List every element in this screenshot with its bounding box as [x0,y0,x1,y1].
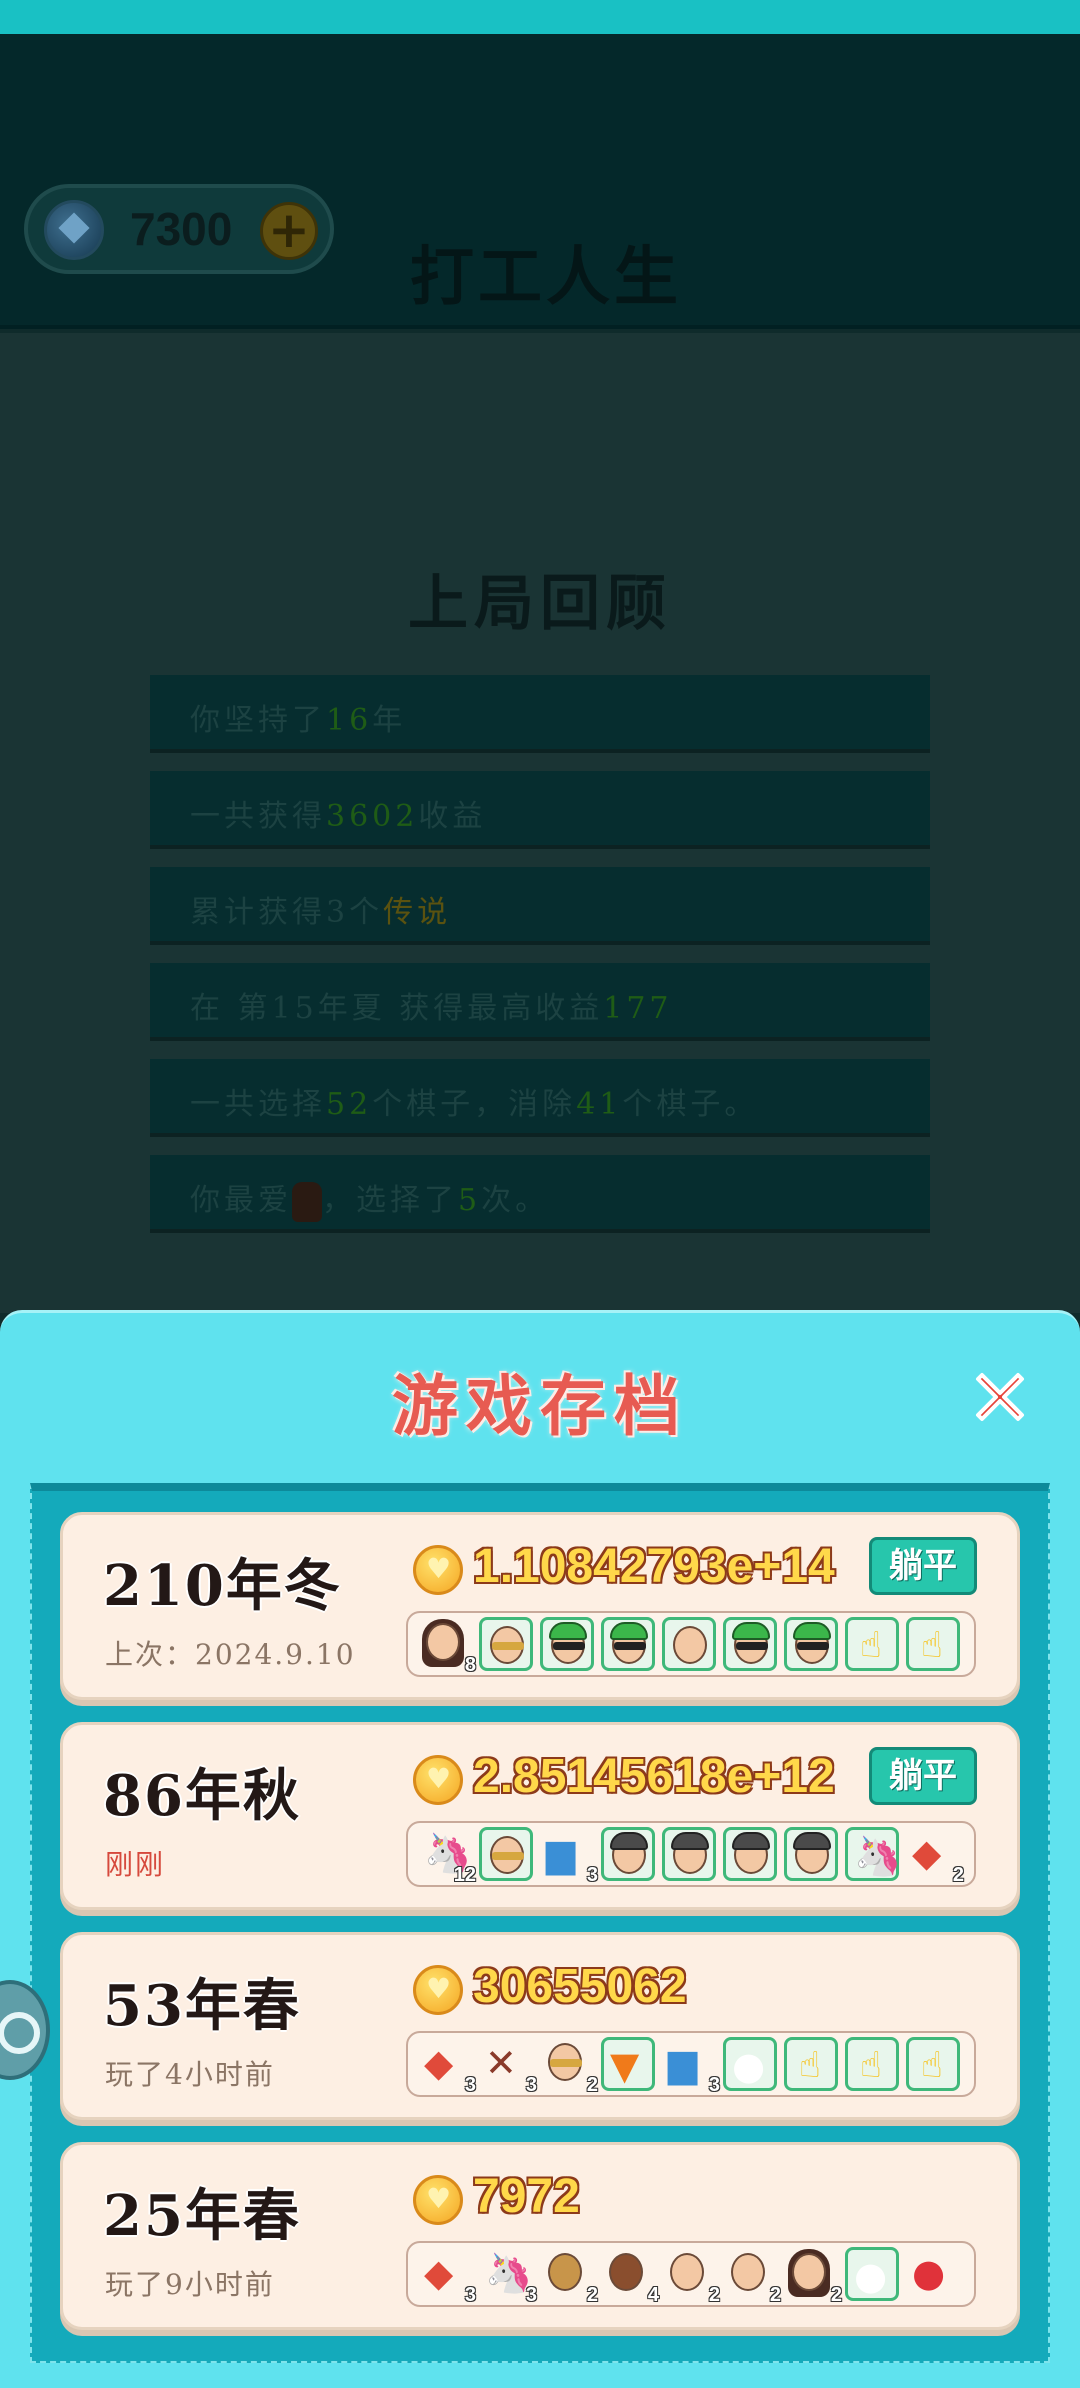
windmill-piece-icon: ✕ 3 [485,2041,537,2096]
save-time: 上次：2024.9.10 [105,1638,356,1671]
printer-piece-icon: ▆ 3 [668,2041,720,2096]
strawberry-piece-icon: ● [912,2251,946,2295]
review-text: 收益 [418,799,487,834]
save-amount: 7972 [473,2170,580,2223]
review-value: 177 [603,991,673,1026]
piece-row: ◆ 3 🦄 3 2 4 2 2 2 ● ● [406,2241,976,2307]
thief-piece-icon [723,1827,777,1881]
woman-piece-icon: 2 [784,2247,842,2306]
review-text: 你坚持了 [190,703,326,738]
review-text: 累计获得3个 [190,895,384,930]
thief-piece-icon [662,1827,716,1881]
bear-piece-icon: ● [845,2247,899,2301]
save-season: 210年冬 [103,1553,342,1619]
save-time: 玩了4小时前 [105,2058,275,2091]
koi-piece-icon: ◆ 3 [424,2251,476,2306]
review-value: 传说 [383,895,452,930]
green-cap-piece-icon [601,1617,655,1671]
status-badge: 躺平 [869,1747,977,1805]
review-value: 41 [576,1087,623,1122]
coin-icon [413,1755,463,1805]
bear-piece-icon: ● [723,2037,777,2091]
piece-row: 🦄 12 ▆ 3 🦄 ◆ 2 [406,1821,976,1887]
save-card[interactable]: 86年秋 刚刚 2.85145618e+12 躺平 🦄12 ▆3 🦄 ◆2 [60,1722,1020,1910]
hand-piece-icon: ☝ [845,2037,899,2091]
elder-piece-icon [479,1827,533,1881]
coin-icon [413,2175,463,2225]
currency-pill[interactable]: 7300 + [24,184,334,274]
save-time: 玩了9小时前 [105,2268,275,2301]
panel-title: 游戏存档 [392,1367,688,1445]
save-amount: 2.85145618e+12 [473,1750,835,1803]
woman-piece-icon: 8 [418,1617,476,1676]
coin-icon [413,1965,463,2015]
review-text: 在 第15年夏 获得最高收益 [190,991,604,1026]
review-text: 你最爱 [190,1183,292,1218]
save-amount: 30655062 [473,1960,687,2013]
save-season: 25年春 [103,2183,301,2249]
status-badge: 躺平 [869,1537,977,1595]
save-time: 刚刚 [105,1848,166,1881]
dog-piece-icon: 4 [601,2247,659,2306]
review-row: 一共获得3602收益 [150,771,930,849]
unicorn-piece-icon: 🦄 3 [485,2251,537,2306]
elder-piece-icon: 2 [540,2037,598,2096]
review-row: 一共选择52个棋子，消除41个棋子。 [150,1059,930,1137]
hand-piece-icon: ☝ [845,1617,899,1671]
hand-piece-icon: ☝ [906,2037,960,2091]
bald-piece-icon: 2 [723,2247,781,2306]
gem-icon [44,200,104,260]
review-text: 次。 [481,1183,550,1218]
koi-piece-icon: ◆ 3 [424,2041,476,2096]
hand-piece-icon: ☝ [784,2037,838,2091]
save-card[interactable]: 210年冬 上次：2024.9.10 1.10842793e+14 躺平 8 ☝… [60,1512,1020,1700]
review-row: 你坚持了16年 [150,675,930,753]
review-text: 年 [372,703,407,738]
review-value: 5 [458,1183,482,1218]
dog-icon [292,1182,322,1222]
koi-piece-icon: ◆ 2 [912,1831,964,1886]
green-cap-piece-icon [723,1617,777,1671]
unicorn-piece-icon: 🦄 [845,1827,901,1881]
bald-piece-icon: 2 [662,2247,720,2306]
thief-piece-icon [784,1827,838,1881]
review-row: 你最爱 ，选择了5次。 [150,1155,930,1233]
review-value: 16 [326,703,373,738]
green-cap-piece-icon [540,1617,594,1671]
review-value: 3602 [326,799,419,834]
save-season: 53年春 [103,1973,301,2039]
review-text: 一共获得 [190,799,326,834]
unicorn-piece-icon: 🦄 12 [424,1831,476,1886]
thief-piece-icon [601,1827,655,1881]
review-list: 你坚持了16年 一共获得3602收益 累计获得3个传说 在 第15年夏 获得最高… [150,675,930,1251]
status-bar [0,0,1080,34]
review-value: 52 [326,1087,373,1122]
piece-row: ◆ 3 ✕ 3 2 ▼ ▆ 3 ● ☝ ☝ ☝ [406,2031,976,2097]
hand-piece-icon: ☝ [906,1617,960,1671]
save-season: 86年秋 [103,1763,301,1829]
review-row: 累计获得3个传说 [150,867,930,945]
review-text: 一共选择 [190,1087,326,1122]
currency-value: 7300 [130,203,233,255]
review-title: 上局回顾 [408,569,672,639]
save-amount: 1.10842793e+14 [473,1540,835,1593]
monkey-piece-icon: 2 [540,2247,598,2306]
page-title: 打工人生 [410,241,682,315]
close-icon[interactable] [968,1365,1032,1429]
header: 7300 + 打工人生 [0,34,1080,329]
review-text: ，选择了 [322,1183,458,1218]
review-text: 个棋子，消除 [372,1087,577,1122]
bald-piece-icon [662,1617,716,1671]
piece-row: 8 ☝ ☝ [406,1611,976,1677]
save-card[interactable]: 25年春 玩了9小时前 7972 ◆3 🦄3 2 4 2 2 2 ● ● [60,2142,1020,2330]
printer-piece-icon: ▆ 3 [546,1831,598,1886]
green-cap-piece-icon [784,1617,838,1671]
elder-piece-icon [479,1617,533,1671]
review-row: 在 第15年夏 获得最高收益177 [150,963,930,1041]
review-text: 个棋子。 [622,1087,759,1122]
plus-icon[interactable]: + [260,202,318,260]
save-card[interactable]: 53年春 玩了4小时前 30655062 ◆3 ✕3 2 ▼ ▆3 ● ☝ ☝ … [60,1932,1020,2120]
coin-icon [413,1545,463,1595]
carrot-piece-icon: ▼ [601,2037,655,2091]
